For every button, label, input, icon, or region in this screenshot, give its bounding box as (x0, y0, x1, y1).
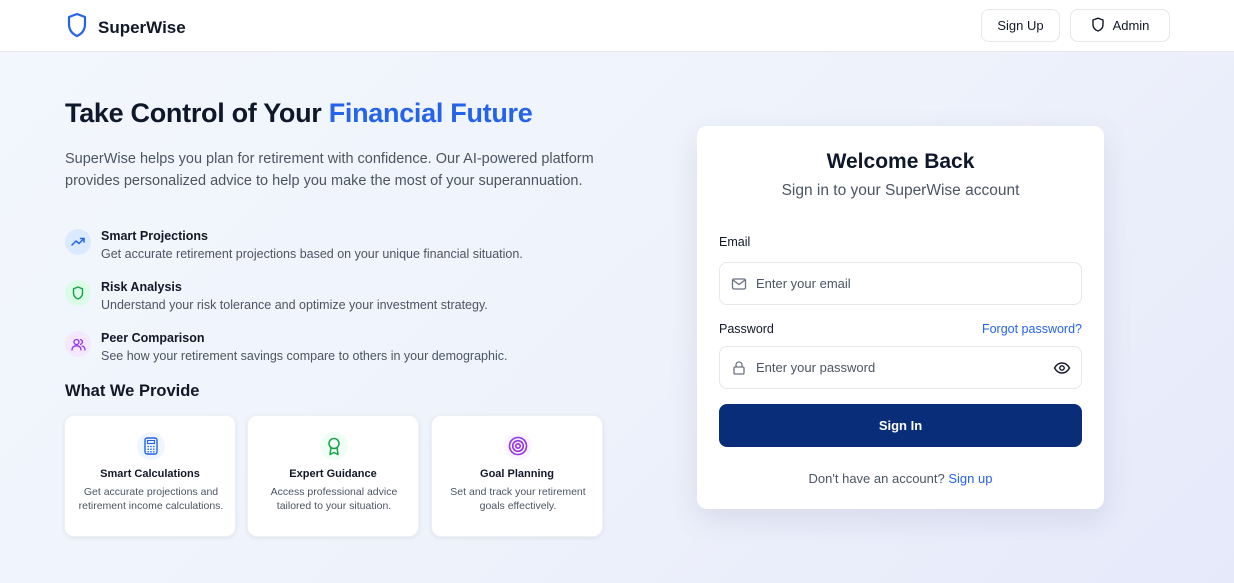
shield-icon (65, 280, 91, 306)
email-input[interactable] (756, 263, 1046, 304)
hero-title: Take Control of Your Financial Future (65, 98, 533, 129)
calculator-icon (137, 432, 165, 460)
login-subtitle: Sign in to your SuperWise account (781, 182, 1020, 199)
card-description: Get accurate projections and retirement … (78, 486, 224, 512)
eye-icon[interactable] (1053, 360, 1071, 376)
card-expert-guidance: Expert Guidance Access professional advi… (247, 415, 419, 537)
card-title: Goal Planning (480, 468, 554, 480)
feature-title: Smart Projections (101, 229, 208, 243)
users-icon (65, 331, 91, 357)
shield-logo-icon (66, 12, 88, 43)
card-smart-calculations: Smart Calculations Get accurate projecti… (64, 415, 236, 537)
card-goal-planning: Goal Planning Set and track your retirem… (431, 415, 603, 537)
brand[interactable]: SuperWise (66, 12, 186, 43)
password-label: Password (719, 322, 774, 336)
no-account-prompt: Don't have an account? (808, 471, 949, 486)
admin-label: Admin (1112, 18, 1150, 33)
feature-description: Understand your risk tolerance and optim… (101, 298, 488, 312)
email-label: Email (719, 235, 751, 249)
feature-smart-projections: Smart Projections Get accurate retiremen… (65, 229, 605, 269)
hero-title-text: Take Control of Your (65, 98, 329, 128)
trend-up-icon (65, 229, 91, 255)
login-card: Welcome Back Sign in to your SuperWise a… (697, 126, 1104, 509)
no-account-text: Don't have an account? Sign up (697, 471, 1104, 486)
header-signup-label: Sign Up (997, 18, 1044, 33)
lock-icon (731, 361, 747, 375)
header-signup-button[interactable]: Sign Up (981, 9, 1060, 42)
mail-icon (731, 277, 747, 291)
what-we-provide-heading: What We Provide (65, 382, 200, 400)
admin-button[interactable]: Admin (1070, 9, 1170, 42)
password-input[interactable] (756, 347, 1046, 388)
sign-up-link[interactable]: Sign up (948, 471, 992, 486)
hero-title-accent: Financial Future (328, 98, 533, 128)
sign-in-button[interactable]: Sign In (719, 404, 1082, 447)
card-description: Access professional advice tailored to y… (270, 486, 398, 512)
top-navbar: SuperWise Sign Up Admin (0, 0, 1234, 52)
feature-risk-analysis: Risk Analysis Understand your risk toler… (65, 280, 605, 320)
award-icon (320, 432, 348, 460)
brand-name: SuperWise (98, 17, 186, 37)
card-description: Set and track your retirement goals effe… (450, 486, 586, 512)
card-title: Smart Calculations (100, 468, 200, 480)
feature-peer-comparison: Peer Comparison See how your retirement … (65, 331, 605, 371)
feature-description: See how your retirement savings compare … (101, 349, 508, 363)
email-field[interactable] (719, 262, 1082, 305)
password-field[interactable] (719, 346, 1082, 389)
login-title: Welcome Back (826, 150, 975, 173)
shield-icon (1091, 17, 1105, 35)
target-icon (504, 432, 532, 460)
forgot-password-link[interactable]: Forgot password? (982, 322, 1082, 336)
feature-title: Peer Comparison (101, 331, 205, 345)
feature-title: Risk Analysis (101, 280, 182, 294)
feature-description: Get accurate retirement projections base… (101, 247, 523, 261)
hero-description: SuperWise helps you plan for retirement … (65, 151, 594, 189)
card-title: Expert Guidance (289, 468, 377, 480)
